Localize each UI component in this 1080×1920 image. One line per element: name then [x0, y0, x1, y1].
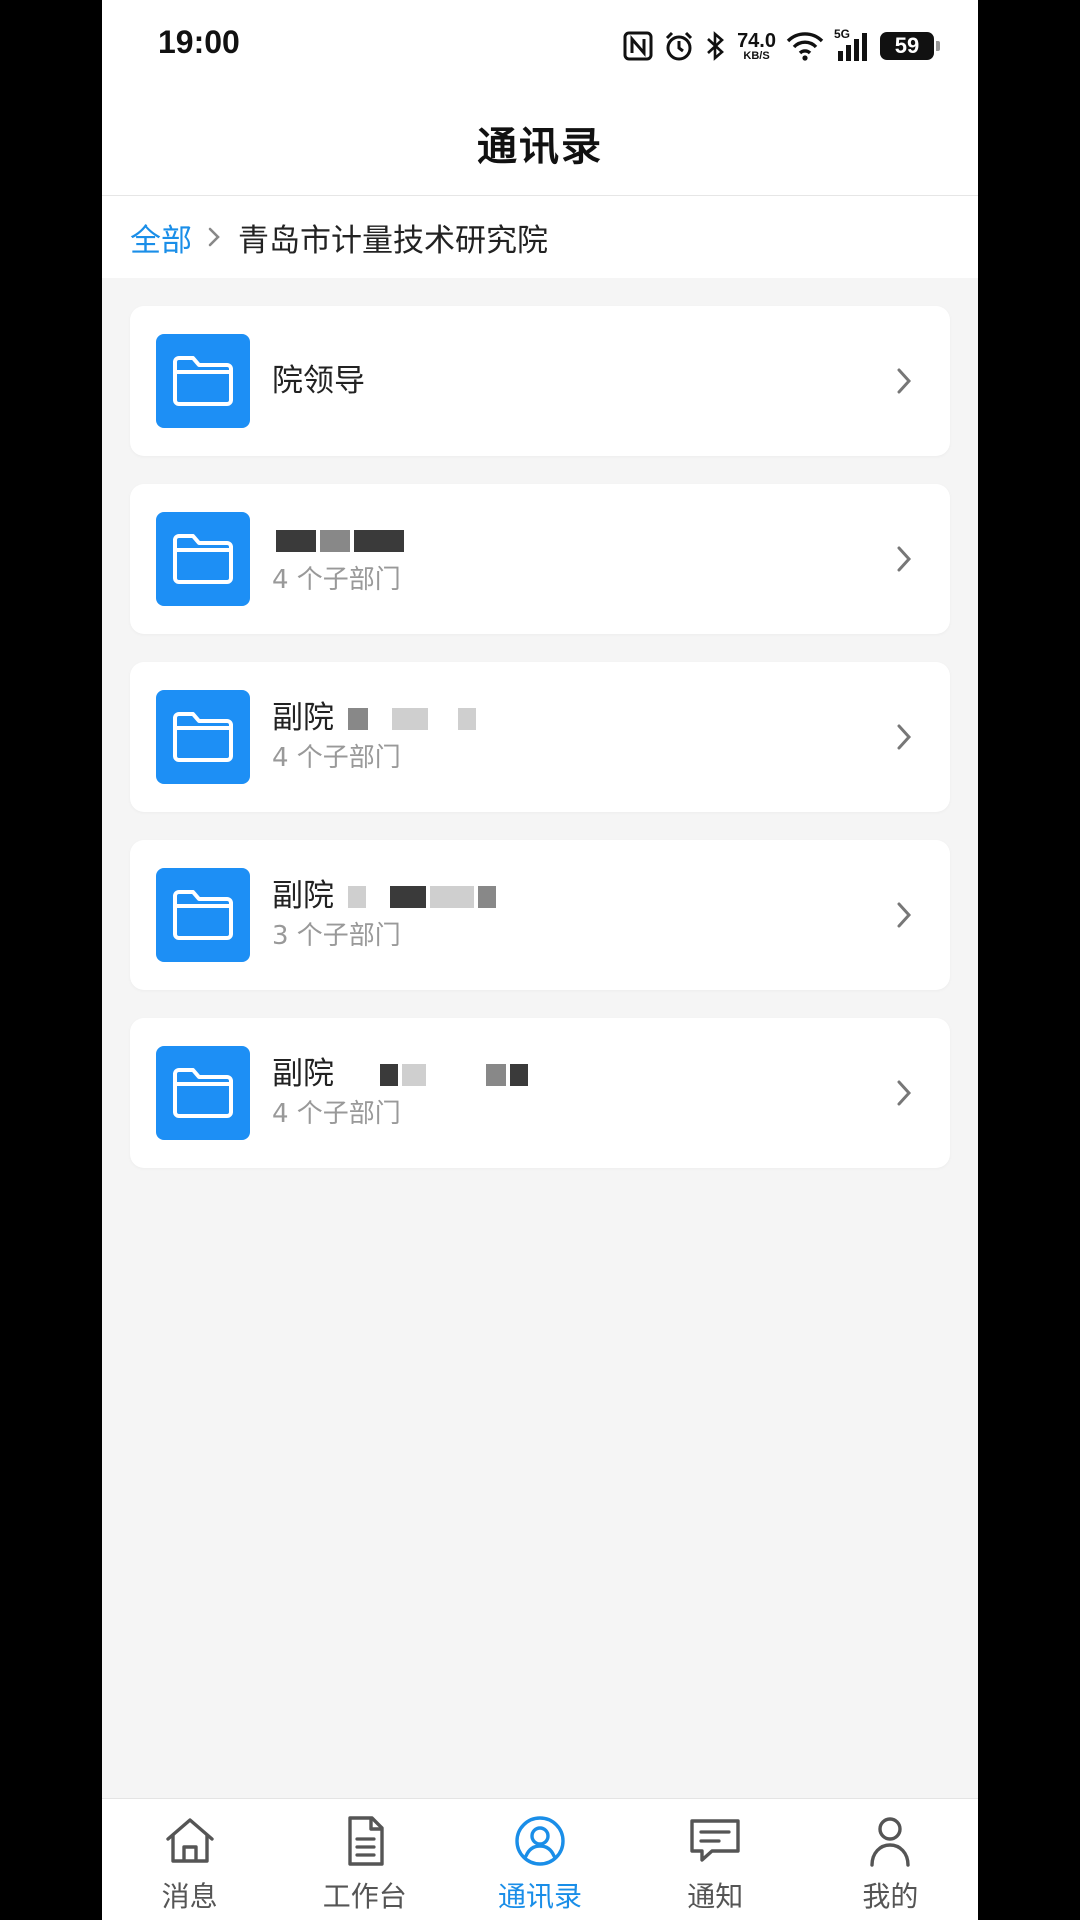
department-item[interactable]: 院领导: [130, 306, 950, 456]
redacted-text: [379, 1064, 398, 1087]
status-icons: 74.0 KB/S 5G 59: [623, 26, 940, 66]
department-title: [272, 520, 404, 560]
redacted-text: [347, 886, 366, 909]
chevron-right-icon: [206, 225, 222, 249]
department-item[interactable]: 副院 4 个子部门: [130, 662, 950, 812]
department-subtitle: 4 个子部门: [272, 1099, 401, 1130]
home-icon: [163, 1815, 217, 1871]
folder-icon: [156, 512, 250, 606]
folder-icon: [156, 334, 250, 428]
redacted-text: [276, 530, 316, 553]
chevron-right-icon: [894, 898, 914, 936]
phone-screen: 19:00 74.0 KB/S 5G 59 通讯录 全部 青岛市计量技术研究院 …: [102, 0, 978, 1920]
redacted-text: [354, 530, 404, 553]
breadcrumb-current: 青岛市计量技术研究院: [238, 222, 548, 259]
chevron-right-icon: [894, 720, 914, 758]
battery-icon: 59: [880, 32, 940, 60]
department-text: 副院 4 个子部门: [272, 1018, 528, 1168]
chevron-right-icon: [894, 1076, 914, 1114]
department-title: 院领导: [272, 362, 365, 399]
folder-icon: [156, 868, 250, 962]
department-item[interactable]: 副院 3 个子部门: [130, 840, 950, 990]
redacted-text: [457, 708, 476, 731]
redacted-text: [391, 708, 428, 731]
nav-label: 通知: [687, 1880, 744, 1913]
folder-icon: [156, 690, 250, 784]
folder-icon: [156, 1046, 250, 1140]
department-text: 副院 4 个子部门: [272, 662, 476, 812]
redacted-text: [429, 886, 474, 909]
status-bar: 19:00 74.0 KB/S 5G 59: [102, 0, 978, 90]
nav-item-notifications[interactable]: 通知: [628, 1799, 803, 1920]
nfc-icon: [623, 31, 653, 61]
department-item[interactable]: 副院 4 个子部门: [130, 1018, 950, 1168]
bottom-nav: 消息 工作台 通讯录 通知 我的: [102, 1798, 978, 1920]
message-icon: [688, 1815, 742, 1871]
redacted-text: [477, 886, 496, 909]
cellular-signal-icon: 5G: [834, 27, 870, 61]
redacted-text: [320, 530, 350, 553]
department-text: 4 个子部门: [272, 484, 404, 634]
page-title: 通讯录: [477, 123, 603, 170]
department-text: 副院 3 个子部门: [272, 840, 496, 990]
contacts-icon: [513, 1815, 567, 1871]
alarm-icon: [663, 30, 695, 62]
nav-item-contacts[interactable]: 通讯录: [452, 1799, 627, 1920]
user-icon: [863, 1815, 917, 1871]
chevron-right-icon: [894, 542, 914, 580]
document-icon: [338, 1815, 392, 1871]
nav-label: 我的: [862, 1880, 919, 1913]
department-list: 院领导 4 个子部门 副院 4 个子部门 副院 3 个子部门 副院 4 个子部门: [130, 306, 950, 1196]
nav-item-messages[interactable]: 消息: [102, 1799, 277, 1920]
redacted-text: [389, 886, 426, 909]
chevron-right-icon: [894, 364, 914, 402]
breadcrumb-root-link[interactable]: 全部: [130, 215, 192, 260]
header: 通讯录: [102, 90, 978, 196]
department-text: 院领导: [272, 306, 365, 456]
department-subtitle: 4 个子部门: [272, 743, 401, 774]
wifi-icon: [786, 31, 824, 61]
department-title: 副院: [272, 1054, 528, 1094]
department-title: 副院: [272, 698, 476, 738]
department-title: 副院: [272, 876, 496, 916]
redacted-text: [401, 1064, 426, 1087]
redacted-text: [347, 708, 368, 731]
nav-label: 消息: [161, 1880, 218, 1913]
department-subtitle: 4 个子部门: [272, 565, 401, 596]
department-item[interactable]: 4 个子部门: [130, 484, 950, 634]
nav-item-profile[interactable]: 我的: [803, 1799, 978, 1920]
status-time: 19:00: [158, 24, 240, 60]
nav-item-workbench[interactable]: 工作台: [277, 1799, 452, 1920]
net-speed: 74.0 KB/S: [737, 29, 776, 62]
breadcrumb: 全部 青岛市计量技术研究院: [102, 196, 978, 278]
nav-label: 通讯录: [498, 1880, 583, 1913]
redacted-text: [485, 1064, 506, 1087]
bluetooth-icon: [705, 30, 727, 62]
department-subtitle: 3 个子部门: [272, 921, 401, 952]
redacted-text: [509, 1064, 528, 1087]
nav-label: 工作台: [322, 1880, 407, 1913]
